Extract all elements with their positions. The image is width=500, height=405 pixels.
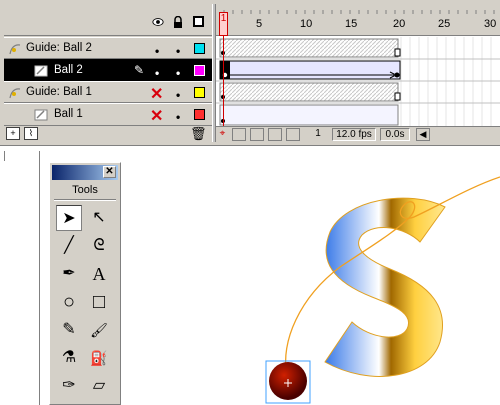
layer-row-ball-1[interactable]: Ball 1 ✕ • bbox=[4, 103, 212, 126]
outline-icon[interactable] bbox=[193, 16, 204, 27]
dropper-tool[interactable]: ✑ bbox=[56, 373, 82, 399]
outline-color-swatch[interactable] bbox=[194, 87, 205, 98]
layer-row-ball-2[interactable]: Ball 2 ✎ • • bbox=[4, 59, 212, 81]
modify-onion-markers-button[interactable] bbox=[286, 128, 300, 141]
onion-outlines-button[interactable] bbox=[250, 128, 264, 141]
tick-label: 20 bbox=[393, 18, 406, 30]
layer-footer: + ⌇ 🗑 bbox=[4, 126, 212, 142]
layer-name: Guide: Ball 2 bbox=[26, 42, 92, 54]
layer-panel: Guide: Ball 2 • • Ball 2 ✎ • • Guide: Ba… bbox=[4, 4, 212, 142]
visibility-toggle[interactable]: ✕ bbox=[150, 106, 163, 126]
layer-header bbox=[4, 4, 212, 36]
layer-row-guide-ball-1[interactable]: Guide: Ball 1 ✕ • bbox=[4, 81, 212, 103]
visibility-toggle[interactable]: ✕ bbox=[150, 84, 163, 104]
eraser-tool[interactable]: ▱ bbox=[86, 373, 112, 399]
insert-layer-button[interactable]: + bbox=[6, 127, 20, 140]
oval-tool[interactable]: ○ bbox=[56, 289, 82, 315]
text-tool[interactable]: A bbox=[86, 261, 112, 287]
divider bbox=[54, 199, 116, 201]
trash-icon[interactable]: 🗑 bbox=[190, 126, 207, 141]
layer-row-guide-ball-2[interactable]: Guide: Ball 2 • • bbox=[4, 37, 212, 59]
outline-color-swatch[interactable] bbox=[194, 65, 205, 76]
frame-rate[interactable]: 12.0 fps bbox=[332, 128, 376, 141]
layer-icon bbox=[34, 109, 48, 121]
outline-color-swatch[interactable] bbox=[194, 43, 205, 54]
motion-guide-icon bbox=[9, 88, 21, 99]
visibility-toggle[interactable]: • bbox=[155, 44, 159, 58]
visibility-toggle[interactable]: • bbox=[155, 66, 159, 80]
playhead[interactable]: 1 bbox=[219, 12, 228, 36]
tools-title: Tools bbox=[72, 184, 98, 196]
scroll-left-button[interactable]: ◀ bbox=[416, 128, 430, 141]
frame-ruler[interactable]: 1 5 10 15 20 25 30 bbox=[216, 4, 500, 36]
lock-icon[interactable] bbox=[172, 16, 184, 28]
pencil-tool[interactable]: ✎ bbox=[56, 317, 82, 343]
tick-label: 30 bbox=[484, 18, 497, 30]
current-frame: 1 bbox=[315, 128, 321, 139]
layer-name: Ball 2 bbox=[54, 64, 83, 76]
rectangle-tool[interactable]: □ bbox=[86, 289, 112, 315]
close-button[interactable]: ✕ bbox=[103, 166, 116, 178]
brush-tool[interactable]: 🖌 bbox=[86, 317, 112, 343]
tools-titlebar[interactable]: ✕ bbox=[52, 165, 118, 180]
ink-bottle-tool[interactable]: ⚗ bbox=[56, 345, 82, 371]
onion-skin-button[interactable] bbox=[232, 128, 246, 141]
line-tool[interactable]: ╱ bbox=[56, 233, 82, 259]
timeline-status-bar: ⌖ 1 12.0 fps 0.0s ◀ bbox=[216, 126, 500, 142]
pencil-icon: ✎ bbox=[134, 63, 145, 77]
tick-label: 15 bbox=[345, 18, 358, 30]
lock-toggle[interactable]: • bbox=[176, 88, 180, 102]
layer-name: Guide: Ball 1 bbox=[26, 86, 92, 98]
tick-label: 10 bbox=[300, 18, 313, 30]
lock-toggle[interactable]: • bbox=[176, 44, 180, 58]
layer-name: Ball 1 bbox=[54, 108, 83, 120]
subselect-tool[interactable]: ↖ bbox=[86, 205, 112, 231]
playhead-line bbox=[223, 36, 224, 126]
tools-panel: ✕ Tools ➤ ↖ ╱ ᘓ ✒ A ○ □ ✎ 🖌 ⚗ ⛽ ✑ ▱ bbox=[49, 162, 121, 405]
tick-label: 25 bbox=[438, 18, 451, 30]
outline-color-swatch[interactable] bbox=[194, 109, 205, 120]
edit-multiple-frames-button[interactable] bbox=[268, 128, 282, 141]
add-guide-layer-button[interactable]: ⌇ bbox=[24, 127, 38, 140]
lock-toggle[interactable]: • bbox=[176, 110, 180, 124]
stage-corner bbox=[4, 151, 44, 161]
eye-icon[interactable] bbox=[152, 16, 164, 28]
frame-grid[interactable] bbox=[216, 37, 500, 127]
pen-tool[interactable]: ✒ bbox=[56, 261, 82, 287]
timeline-panel: Guide: Ball 2 • • Ball 2 ✎ • • Guide: Ba… bbox=[0, 0, 500, 146]
tick-label: 5 bbox=[256, 18, 263, 30]
elapsed-time: 0.0s bbox=[380, 128, 410, 141]
layer-icon bbox=[34, 65, 48, 77]
motion-guide-icon bbox=[9, 44, 21, 55]
arrow-tool[interactable]: ➤ bbox=[56, 205, 82, 231]
lasso-tool[interactable]: ᘓ bbox=[86, 233, 112, 259]
paint-bucket-tool[interactable]: ⛽ bbox=[86, 345, 112, 371]
frames-area: 1 5 10 15 20 25 30 ⌖ 1 12.0 fps 0.0s ◀ bbox=[216, 4, 500, 142]
lock-toggle[interactable]: • bbox=[176, 66, 180, 80]
center-frame-icon[interactable]: ⌖ bbox=[218, 128, 227, 141]
stage-boundary bbox=[4, 151, 40, 405]
